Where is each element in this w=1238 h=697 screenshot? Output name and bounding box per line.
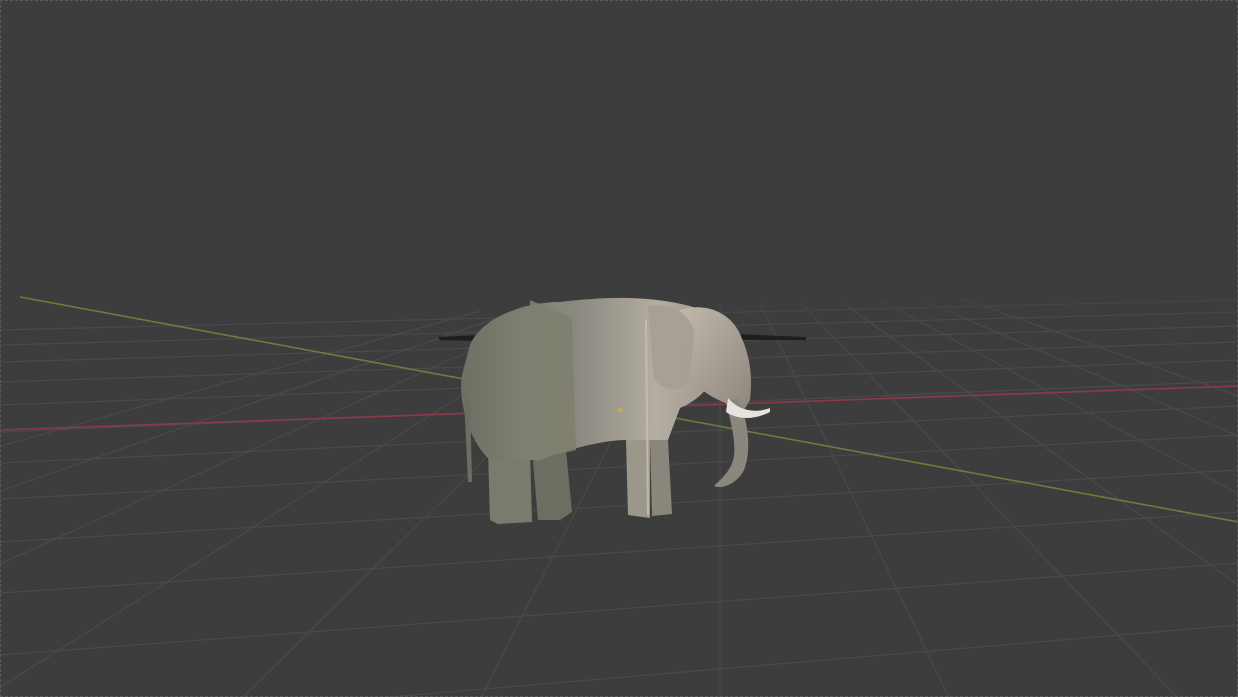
3d-viewport[interactable] bbox=[0, 0, 1238, 697]
viewport-canvas[interactable] bbox=[0, 0, 1238, 697]
origin-point bbox=[617, 407, 623, 413]
